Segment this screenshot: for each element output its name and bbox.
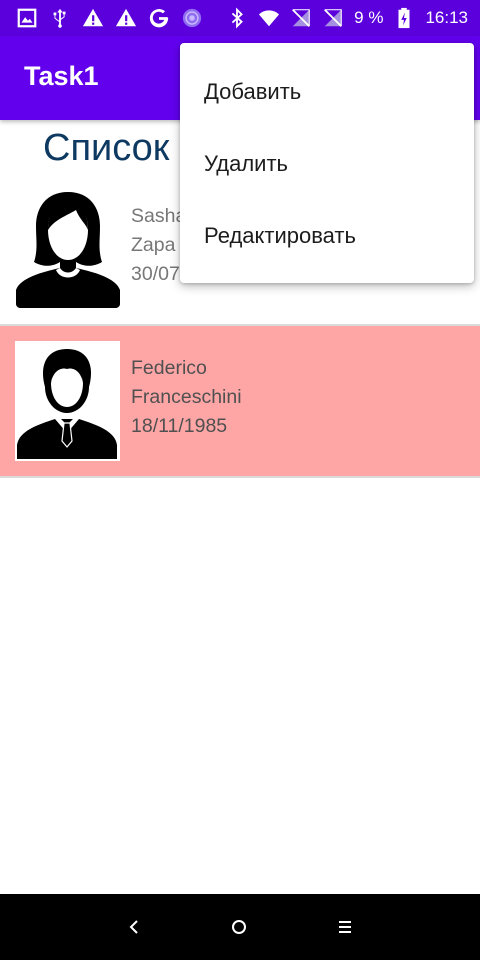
- wifi-icon: [259, 10, 280, 27]
- menu-item-edit[interactable]: Редактировать: [180, 200, 474, 272]
- home-icon[interactable]: [224, 912, 254, 942]
- item-text: Sasha Zapa 30/07: [131, 202, 186, 289]
- status-bar: 9 % 16:13: [0, 0, 480, 36]
- status-bar-left: [16, 6, 203, 30]
- item-first-name: Sasha: [131, 205, 187, 227]
- sync-icon: [182, 8, 202, 28]
- item-text: Federico Franceschini 18/11/1985: [131, 354, 242, 441]
- gallery-icon: [17, 8, 37, 28]
- warning-icon: [82, 8, 104, 27]
- list-heading: Список: [43, 127, 170, 169]
- item-date: 18/11/1985: [131, 415, 228, 437]
- battery-charging-icon: [398, 7, 410, 29]
- item-last-name: Zapa: [131, 234, 176, 256]
- bluetooth-icon: [231, 7, 244, 29]
- divider: [0, 476, 480, 478]
- item-last-name: Franceschini: [131, 386, 242, 408]
- usb-icon: [53, 8, 66, 28]
- back-icon[interactable]: [119, 912, 149, 942]
- item-date: 30/07: [131, 263, 180, 285]
- item-first-name: Federico: [131, 357, 207, 379]
- nav-bar: [0, 894, 480, 960]
- list-item[interactable]: Federico Franceschini 18/11/1985: [0, 326, 480, 476]
- popup-menu: Добавить Удалить Редактировать: [180, 43, 474, 283]
- warning-icon: [115, 8, 137, 27]
- status-bar-right: 9 % 16:13: [226, 6, 468, 30]
- no-signal-icon: [324, 9, 343, 27]
- battery-percent: 9 %: [354, 8, 384, 27]
- google-icon: [149, 9, 169, 28]
- recents-icon[interactable]: [330, 912, 360, 942]
- female-avatar-icon: [16, 192, 120, 308]
- app-title: Task1: [24, 61, 99, 91]
- clock: 16:13: [425, 8, 468, 27]
- menu-item-add[interactable]: Добавить: [180, 56, 474, 128]
- no-signal-icon: [292, 9, 311, 27]
- male-avatar-icon: [15, 341, 120, 461]
- menu-item-delete[interactable]: Удалить: [180, 128, 474, 200]
